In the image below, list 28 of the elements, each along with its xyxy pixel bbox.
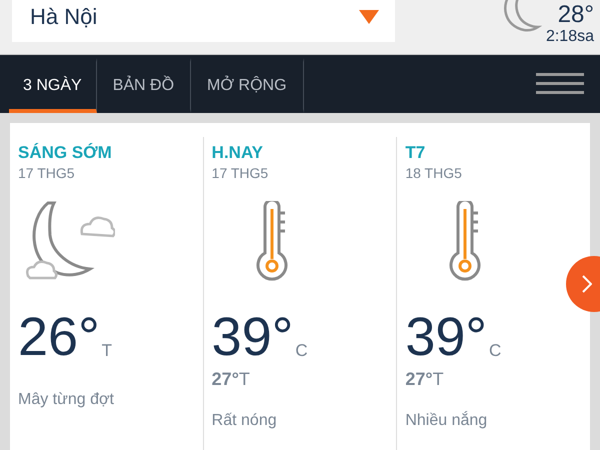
day-title: T7	[405, 143, 426, 163]
tab[interactable]: MỞ RỘNG	[191, 58, 304, 113]
thermometer-icon	[448, 201, 482, 281]
day-date: 17 THG5	[212, 165, 268, 181]
temperature-unit: T	[102, 341, 112, 361]
day-date: 17 THG5	[18, 165, 75, 181]
weather-description: Mây từng đợt	[18, 391, 114, 409]
day-title: H.NAY	[212, 143, 264, 163]
current-temperature: 28°	[558, 2, 594, 28]
day-date: 18 THG5	[405, 165, 462, 181]
tab[interactable]: BẢN ĐỒ	[96, 58, 192, 113]
current-time: 2:18sa	[546, 28, 594, 46]
chevron-icon	[582, 275, 592, 293]
thermometer-icon	[254, 201, 289, 281]
caret-icon	[359, 10, 379, 24]
low-temperature: 27°T	[212, 369, 250, 390]
temperature-unit: C	[489, 341, 502, 361]
temperature: 39°	[405, 309, 488, 365]
temperature-unit: C	[295, 341, 308, 361]
temperature: 26°	[18, 309, 100, 365]
low-temperature: 27°T	[405, 369, 444, 390]
tab[interactable]: 3 NGÀY	[9, 58, 97, 113]
day-title: SÁNG SỚM	[18, 143, 112, 163]
weather-description: Rất nóng	[212, 412, 277, 430]
temperature: 39°	[212, 309, 294, 365]
weather-description: Nhiều nắng	[405, 412, 488, 430]
location-dropdown[interactable]: Hà Nội	[12, 0, 395, 42]
menu-icon[interactable]	[536, 72, 584, 96]
